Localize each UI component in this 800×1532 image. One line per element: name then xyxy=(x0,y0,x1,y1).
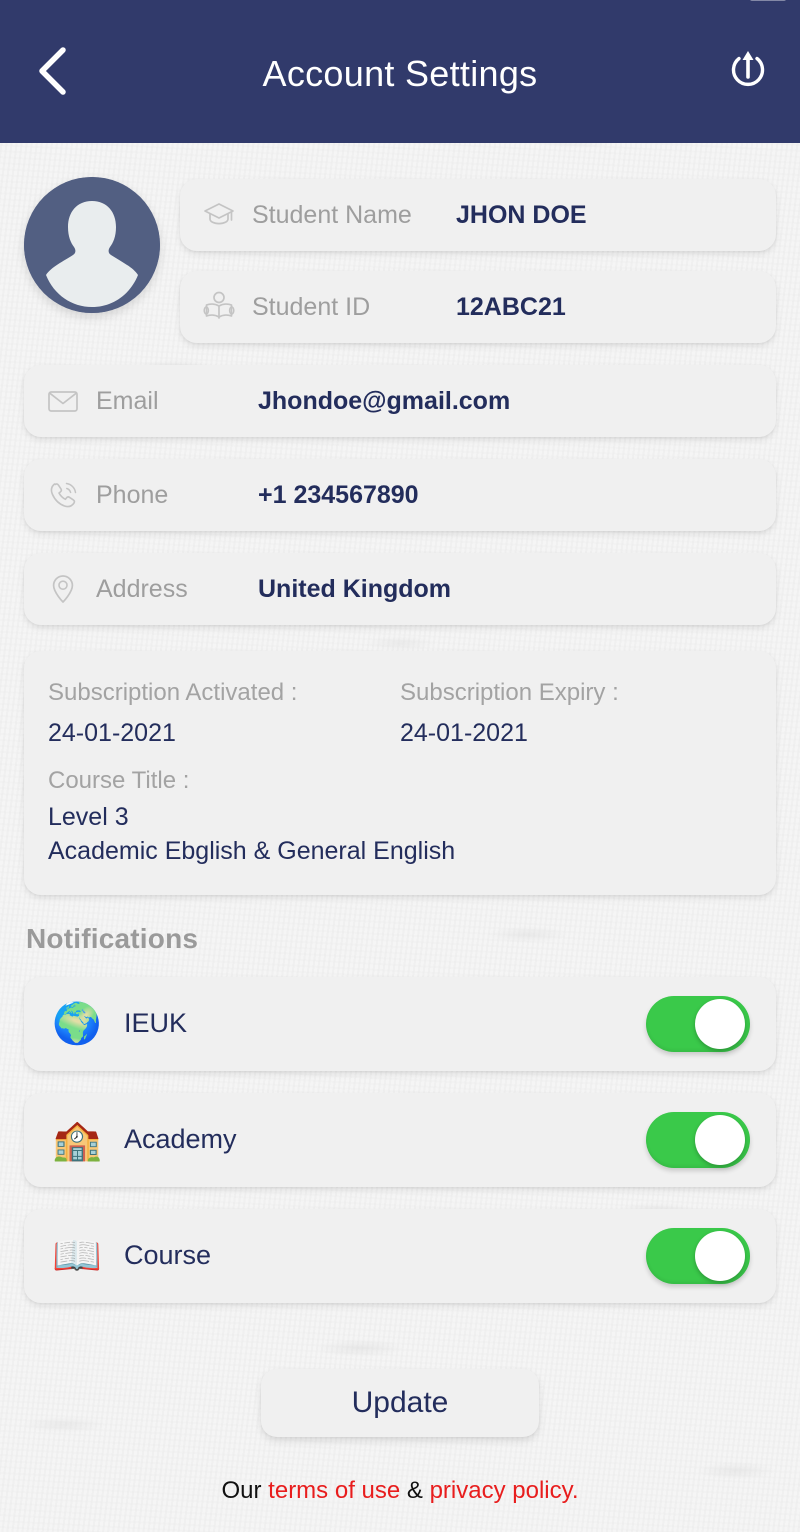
field-value-student-id: 12ABC21 xyxy=(456,292,566,321)
notifications-heading: Notifications xyxy=(26,922,199,954)
update-button-wrap: Update xyxy=(0,1303,800,1437)
course-name: Academic Ebglish & General English xyxy=(48,837,456,866)
status-bar xyxy=(0,0,800,8)
chevron-left-icon xyxy=(35,46,69,101)
field-address[interactable]: Address United Kingdom xyxy=(24,553,776,625)
location-pin-icon xyxy=(44,570,82,608)
notifications-list: 🌍 IEUK 🏫 Academy 📖 Course xyxy=(0,955,800,1303)
notification-row-ieuk[interactable]: 🌍 IEUK xyxy=(24,976,776,1071)
toggle-knob xyxy=(695,1114,745,1165)
privacy-policy-link[interactable]: privacy policy. xyxy=(430,1477,579,1504)
subscription-card: Subscription Activated : 24-01-2021 Subs… xyxy=(24,651,776,895)
contact-section: Email Jhondoe@gmail.com Phone +1 2345678… xyxy=(0,343,800,625)
legal-prefix: Our xyxy=(221,1476,269,1504)
legal-footer: Our terms of use & privacy policy. xyxy=(0,1437,800,1505)
legal-separator: & xyxy=(400,1476,430,1504)
graduation-cap-icon xyxy=(200,196,238,234)
phone-icon xyxy=(44,476,82,514)
subscription-expiry-value: 24-01-2021 xyxy=(400,718,528,747)
course-title-label: Course Title : xyxy=(48,766,190,794)
field-value-student-name: JHON DOE xyxy=(456,200,587,229)
subscription-activated: Subscription Activated : 24-01-2021 xyxy=(48,673,400,753)
field-label-student-id: Student ID xyxy=(252,292,371,321)
account-settings-screen: Account Settings Student Name JHON DOE S… xyxy=(0,0,800,1532)
field-value-phone: +1 234567890 xyxy=(258,480,419,509)
field-value-email: Jhondoe@gmail.com xyxy=(258,386,511,415)
notification-label-course: Course xyxy=(124,1240,212,1271)
school-building-icon: 🏫 xyxy=(52,1117,102,1162)
notification-row-academy[interactable]: 🏫 Academy xyxy=(24,1092,776,1187)
notification-toggle-ieuk[interactable] xyxy=(646,995,750,1052)
field-label-phone: Phone xyxy=(96,480,169,509)
subscription-activated-label: Subscription Activated : xyxy=(48,679,298,706)
field-label-email: Email xyxy=(96,386,159,415)
notification-label-academy: Academy xyxy=(124,1124,237,1155)
subscription-expiry-label: Subscription Expiry : xyxy=(400,679,619,706)
user-avatar-placeholder xyxy=(24,177,160,313)
profile-fields: Student Name JHON DOE Student ID 12ABC21 xyxy=(180,171,776,343)
profile-section: Student Name JHON DOE Student ID 12ABC21 xyxy=(0,143,800,343)
open-book-icon: 📖 xyxy=(52,1233,102,1278)
notification-toggle-course[interactable] xyxy=(646,1227,750,1284)
avatar[interactable] xyxy=(24,177,160,313)
notification-label-ieuk: IEUK xyxy=(124,1008,188,1039)
logout-button[interactable] xyxy=(722,48,774,100)
update-button[interactable]: Update xyxy=(261,1368,539,1437)
field-email[interactable]: Email Jhondoe@gmail.com xyxy=(24,365,776,437)
notification-toggle-academy[interactable] xyxy=(646,1111,750,1168)
course-level: Level 3 xyxy=(48,803,129,832)
subscription-expiry: Subscription Expiry : 24-01-2021 xyxy=(400,673,752,753)
field-phone[interactable]: Phone +1 234567890 xyxy=(24,459,776,531)
field-label-student-name: Student Name xyxy=(252,200,412,229)
subscription-activated-value: 24-01-2021 xyxy=(48,718,176,747)
student-reading-icon xyxy=(200,288,238,326)
page-title: Account Settings xyxy=(262,52,538,94)
field-student-id[interactable]: Student ID 12ABC21 xyxy=(180,271,776,343)
notification-row-course[interactable]: 📖 Course xyxy=(24,1208,776,1303)
toggle-knob xyxy=(695,1230,745,1281)
back-button[interactable] xyxy=(26,46,78,101)
app-header: Account Settings xyxy=(0,8,800,143)
battery-icon xyxy=(750,0,786,1)
subscription-dates: Subscription Activated : 24-01-2021 Subs… xyxy=(48,673,752,753)
field-value-address: United Kingdom xyxy=(258,574,452,603)
power-logout-icon xyxy=(725,46,771,101)
globe-icon: 🌍 xyxy=(52,1001,102,1046)
envelope-icon xyxy=(44,382,82,420)
field-student-name[interactable]: Student Name JHON DOE xyxy=(180,179,776,251)
field-label-address: Address xyxy=(96,574,188,603)
toggle-knob xyxy=(695,998,745,1049)
terms-of-use-link[interactable]: terms of use xyxy=(268,1477,400,1504)
